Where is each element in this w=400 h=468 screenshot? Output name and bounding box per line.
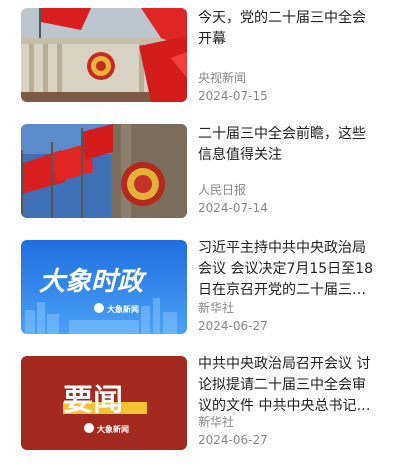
news-date: 2024-07-14 — [198, 201, 268, 215]
news-item[interactable]: 二十届三中全会前瞻，这些信息值得关注 人民日报 2024-07-14 — [0, 120, 400, 232]
news-thumbnail[interactable] — [21, 8, 187, 102]
important-news-banner: 要闻 大象新闻 — [21, 356, 187, 450]
news-source: 新华社 — [198, 415, 235, 429]
banner-logo-text: 大象新闻 — [97, 424, 129, 434]
news-source: 新华社 — [198, 301, 235, 315]
news-date: 2024-06-27 — [198, 433, 268, 447]
news-title[interactable]: 中共中央政治局召开会议 讨论拟提请二十届三中全会审议的文件 中共中央总书记… — [198, 354, 378, 417]
news-thumbnail[interactable]: 大象时政 大象新闻 — [21, 240, 187, 334]
news-item[interactable]: 今天，党的二十届三中全会开幕 央视新闻 2024-07-15 — [0, 4, 400, 116]
news-title[interactable]: 今天，党的二十届三中全会开幕 — [198, 8, 378, 50]
news-thumbnail[interactable] — [21, 124, 187, 218]
daxiang-politics-banner: 大象时政 大象新闻 — [21, 240, 187, 334]
news-item[interactable]: 要闻 大象新闻 中共中央政治局召开会议 讨论拟提请二十届三中全会审议的文件 中共… — [0, 352, 400, 464]
news-title[interactable]: 习近平主持中共中央政治局会议 会议决定7月15日至18日在京召开党的二十届三… — [198, 238, 378, 301]
banner-title-text: 大象时政 — [39, 267, 147, 297]
national-emblem-flags-image — [21, 124, 187, 218]
great-hall-flags-image — [21, 8, 187, 102]
banner-logo-text: 大象新闻 — [107, 304, 139, 314]
banner-title-text: 要闻 — [63, 383, 123, 418]
news-date: 2024-06-27 — [198, 319, 268, 333]
news-title[interactable]: 二十届三中全会前瞻，这些信息值得关注 — [198, 124, 378, 166]
news-list: 今天，党的二十届三中全会开幕 央视新闻 2024-07-15 二十届三中全会前瞻… — [0, 0, 400, 468]
news-source: 央视新闻 — [198, 71, 247, 85]
news-item[interactable]: 大象时政 大象新闻 习近平主持中共中央政治局会议 会议决定7月15日至18日在京… — [0, 236, 400, 348]
news-source: 人民日报 — [198, 183, 247, 197]
news-thumbnail[interactable]: 要闻 大象新闻 — [21, 356, 187, 450]
news-date: 2024-07-15 — [198, 89, 268, 103]
